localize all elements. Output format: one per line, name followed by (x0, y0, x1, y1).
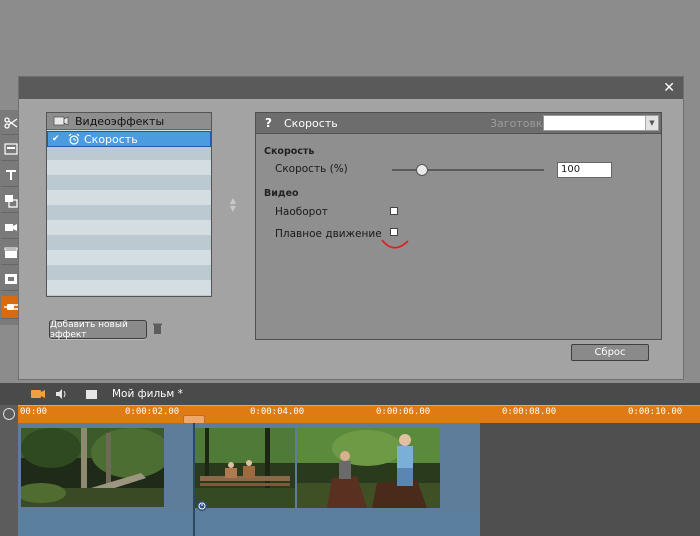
section-video-heading: Видео (264, 188, 299, 199)
speed-input[interactable]: 100 (557, 162, 612, 178)
video-clip-forest[interactable] (21, 428, 164, 507)
track-empty-area (480, 423, 700, 513)
reverse-label: Наоборот (275, 206, 328, 218)
audio-track-empty-area (480, 513, 700, 536)
list-item-label: Скорость (84, 132, 138, 146)
section-speed-heading: Скорость (264, 146, 315, 157)
list-item-speed[interactable]: ✔ Скорость (47, 131, 211, 147)
smooth-motion-label: Плавное движение (275, 228, 382, 240)
reverse-checkbox[interactable] (390, 207, 398, 215)
help-icon[interactable]: ? (265, 116, 272, 130)
speed-slider[interactable] (392, 169, 544, 171)
chevron-down-icon[interactable]: ▼ (645, 116, 658, 130)
clock-icon[interactable] (3, 408, 15, 420)
tick-label: 0:00:06.00 (376, 407, 431, 417)
annotation-mark (381, 239, 409, 249)
tick-label: 0:00:02.00 (125, 407, 180, 417)
video-clip-riders-bridge[interactable] (195, 428, 295, 508)
tick-label: 00:00 (20, 407, 48, 417)
tick-label: 0:00:10.00 (628, 407, 683, 417)
effects-dialog: ✕ Видеоэффекты ✔ Скорость ▲ ▼ Добавить но… (18, 76, 684, 380)
effects-list-rows (47, 130, 211, 296)
presets-label: Заготовки (490, 117, 550, 130)
timeline-ruler[interactable]: 00:00 0:00:02.00 0:00:04.00 0:00:06.00 0… (18, 405, 700, 423)
speed-effect-badge-icon[interactable] (197, 501, 207, 511)
project-title: Мой фильм * (112, 388, 183, 400)
tick-label: 0:00:04.00 (250, 407, 305, 417)
close-icon[interactable]: ✕ (663, 80, 675, 96)
speed-label: Скорость (%) (275, 163, 348, 175)
speaker-icon[interactable] (55, 388, 67, 400)
reorder-arrows-icon[interactable]: ▲ ▼ (228, 197, 238, 213)
smooth-motion-checkbox[interactable] (390, 228, 398, 236)
timeline-sidebar (0, 405, 18, 536)
checkmark-icon[interactable]: ✔ (52, 134, 62, 144)
folder-icon[interactable] (86, 390, 97, 399)
effects-list-header[interactable]: Видеоэффекты (47, 113, 211, 130)
effect-settings-panel: ? Скорость Заготовки ▼ Скорость Скорость… (255, 112, 662, 340)
speed-slider-handle[interactable] (415, 164, 428, 176)
effects-list-title: Видеоэффекты (75, 114, 165, 128)
clip-divider (193, 423, 195, 536)
panel-header: ? Скорость Заготовки ▼ (256, 113, 661, 134)
panel-title: Скорость (284, 117, 338, 130)
dialog-titlebar: ✕ (19, 77, 683, 99)
video-camera-icon (53, 116, 69, 126)
tick-label: 0:00:08.00 (502, 407, 557, 417)
video-track-icon[interactable] (30, 388, 46, 400)
alarm-clock-icon (68, 133, 80, 145)
video-clip-riders-closeup[interactable] (297, 428, 440, 508)
add-effect-button[interactable]: Добавить новый эффект (49, 320, 147, 340)
trash-icon[interactable] (153, 323, 162, 334)
reset-button[interactable]: Сброс (571, 344, 649, 361)
effects-list: Видеоэффекты ✔ Скорость (46, 112, 212, 297)
timeline-toolbar (0, 383, 700, 405)
presets-dropdown[interactable]: ▼ (543, 115, 659, 131)
